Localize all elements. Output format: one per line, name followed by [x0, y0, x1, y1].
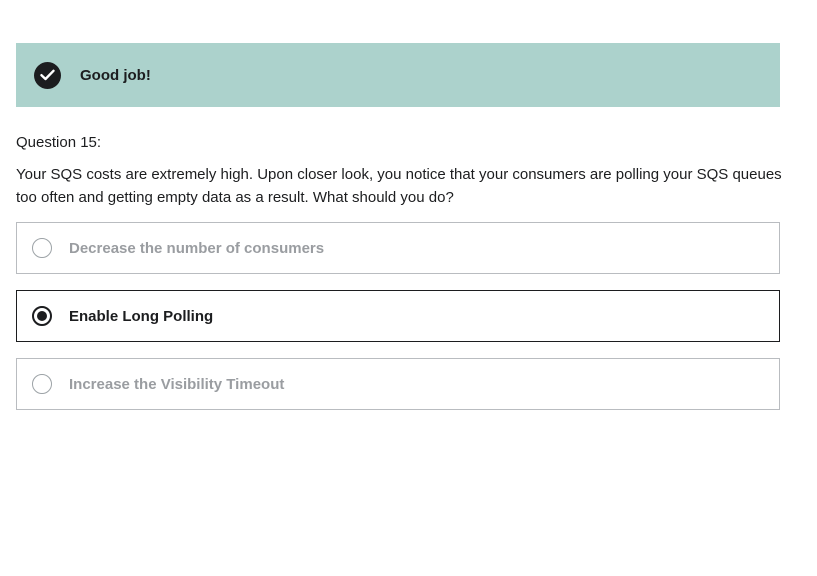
question-prompt: Your SQS costs are extremely high. Upon … — [16, 166, 782, 206]
radio-button-selected[interactable] — [32, 306, 52, 326]
question-number: Question 15: — [16, 134, 102, 151]
answer-option-3[interactable]: Increase the Visibility Timeout — [16, 358, 780, 410]
answer-option-label: Decrease the number of consumers — [69, 239, 325, 257]
radio-button-unselected[interactable] — [32, 374, 52, 394]
answer-option-2[interactable]: Enable Long Polling — [16, 290, 780, 342]
answer-option-1[interactable]: Decrease the number of consumers — [16, 222, 780, 274]
answer-option-label: Enable Long Polling — [69, 307, 214, 325]
check-circle-icon — [34, 61, 61, 89]
feedback-banner: Good job! — [16, 43, 780, 107]
answer-option-label: Increase the Visibility Timeout — [69, 375, 285, 393]
feedback-text: Good job! — [80, 66, 151, 84]
radio-dot-icon — [37, 311, 47, 321]
radio-button-unselected[interactable] — [32, 238, 52, 258]
